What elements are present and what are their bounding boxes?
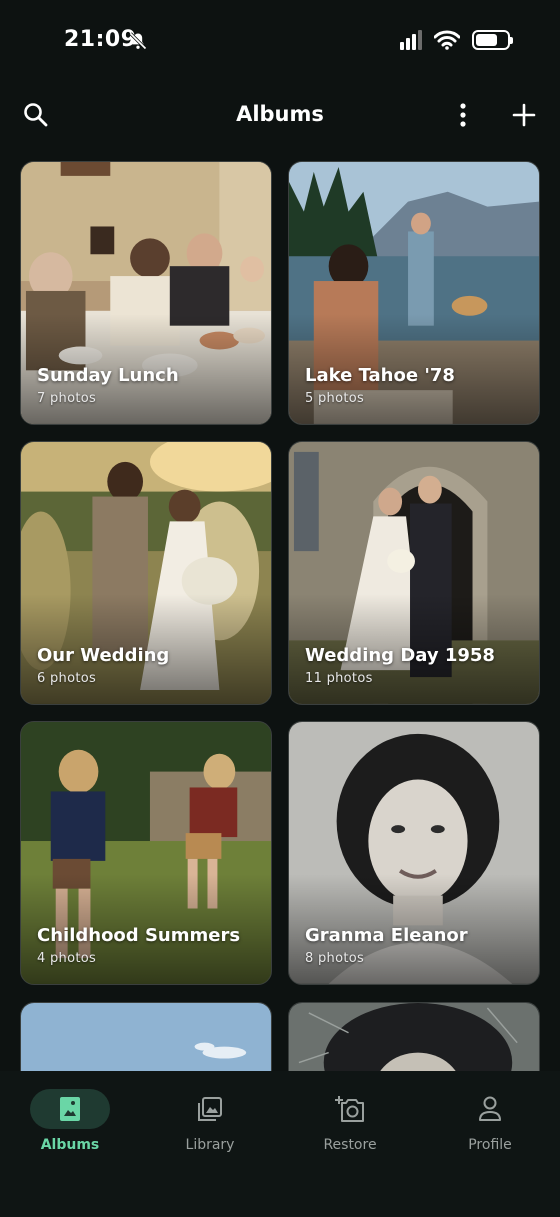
album-card-our-wedding[interactable]: Our Wedding 6 photos bbox=[20, 441, 272, 705]
album-photo-count: 11 photos bbox=[305, 671, 373, 686]
signal-icon bbox=[400, 30, 422, 50]
album-title: Our Wedding bbox=[37, 645, 170, 666]
album-card-lake-tahoe[interactable]: Lake Tahoe '78 5 photos bbox=[288, 161, 540, 425]
album-title: Granma Eleanor bbox=[305, 925, 468, 946]
album-title: Sunday Lunch bbox=[37, 365, 179, 386]
album-cover-image bbox=[289, 1003, 539, 1071]
profile-icon bbox=[479, 1096, 501, 1121]
wifi-icon bbox=[434, 30, 460, 50]
album-title: Wedding Day 1958 bbox=[305, 645, 495, 666]
add-album-icon[interactable] bbox=[510, 101, 538, 129]
album-card-granma-eleanor[interactable]: Granma Eleanor 8 photos bbox=[288, 721, 540, 985]
nav-label: Albums bbox=[40, 1137, 100, 1153]
bell-off-icon bbox=[129, 32, 147, 50]
library-icon bbox=[198, 1097, 222, 1121]
album-card-partial-sky[interactable] bbox=[20, 1002, 272, 1071]
album-photo-count: 6 photos bbox=[37, 671, 97, 686]
bottom-navigation: Albums Library Restore Profile bbox=[0, 1071, 560, 1217]
album-photo-count: 5 photos bbox=[305, 391, 365, 406]
album-card-wedding-day-1958[interactable]: Wedding Day 1958 11 photos bbox=[288, 441, 540, 705]
album-card-sunday-lunch[interactable]: Sunday Lunch 7 photos bbox=[20, 161, 272, 425]
album-photo-count: 7 photos bbox=[37, 391, 97, 406]
app-header: Albums bbox=[0, 88, 560, 144]
album-card-childhood-summers[interactable]: Childhood Summers 4 photos bbox=[20, 721, 272, 985]
status-icons bbox=[400, 30, 513, 50]
album-title: Childhood Summers bbox=[37, 925, 241, 946]
status-bar: 21:09 bbox=[0, 0, 560, 84]
album-cover-image bbox=[21, 1003, 271, 1071]
nav-item-library[interactable]: Library bbox=[140, 1089, 280, 1169]
restore-camera-icon bbox=[335, 1096, 364, 1122]
status-time: 21:09 bbox=[64, 27, 137, 52]
album-photo-count: 4 photos bbox=[37, 951, 97, 966]
album-card-partial-portrait[interactable] bbox=[288, 1002, 540, 1071]
nav-item-profile[interactable]: Profile bbox=[420, 1089, 560, 1169]
page-title: Albums bbox=[236, 102, 324, 126]
nav-label: Restore bbox=[323, 1137, 377, 1153]
battery-icon bbox=[472, 30, 513, 50]
nav-item-restore[interactable]: Restore bbox=[280, 1089, 420, 1169]
nav-item-albums[interactable]: Albums bbox=[0, 1089, 140, 1169]
nav-label: Library bbox=[185, 1137, 235, 1153]
album-photo-count: 8 photos bbox=[305, 951, 365, 966]
nav-label: Profile bbox=[468, 1137, 512, 1153]
album-title: Lake Tahoe '78 bbox=[305, 365, 455, 386]
more-options-icon[interactable] bbox=[451, 101, 475, 129]
album-grid: Sunday Lunch 7 photos Lake Tahoe '78 5 p… bbox=[20, 161, 540, 1071]
albums-icon bbox=[60, 1097, 80, 1121]
